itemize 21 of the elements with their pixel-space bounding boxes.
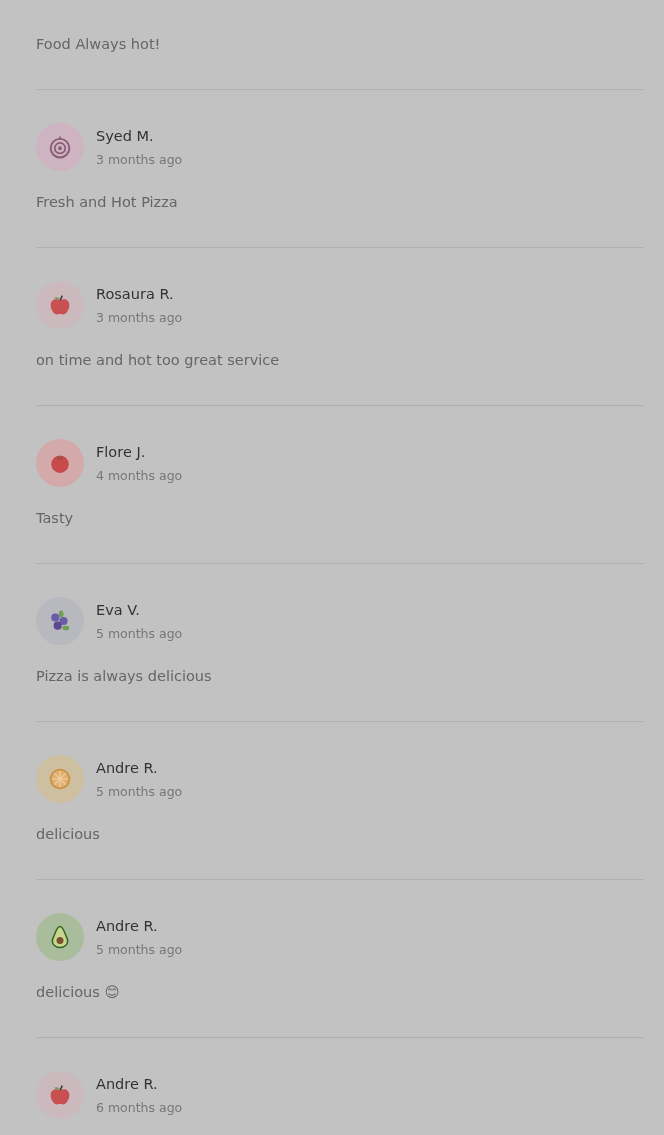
- review-time: 5 months ago: [96, 624, 183, 643]
- review-text: on time and hot too great service: [36, 351, 280, 370]
- review-text: delicious 😊: [36, 983, 120, 1002]
- review-time: 3 months ago: [96, 308, 183, 327]
- reviewer-name: Eva V.: [96, 600, 141, 620]
- review-text: Fresh and Hot Pizza: [36, 193, 178, 212]
- reviewer-name: Flore J.: [96, 442, 147, 462]
- review-time: 5 months ago: [96, 940, 183, 959]
- review-text: Tasty: [36, 509, 74, 528]
- reviewer-name: Rosaura R.: [96, 284, 175, 304]
- review-time: 5 months ago: [96, 782, 183, 801]
- review-time: 4 months ago: [96, 466, 183, 485]
- reviewer-name: Andre R.: [96, 916, 159, 936]
- review-text: delicious: [36, 825, 100, 844]
- review-text: Pizza is always delicious: [36, 667, 212, 686]
- review-time: 6 months ago: [96, 1098, 183, 1117]
- reviewer-name: Andre R.: [96, 758, 159, 778]
- review-time: 3 months ago: [96, 150, 183, 169]
- review-text: Food Always hot!: [36, 35, 161, 54]
- reviewer-name: Andre R.: [96, 1074, 159, 1094]
- reviewer-name: Syed M.: [96, 126, 155, 146]
